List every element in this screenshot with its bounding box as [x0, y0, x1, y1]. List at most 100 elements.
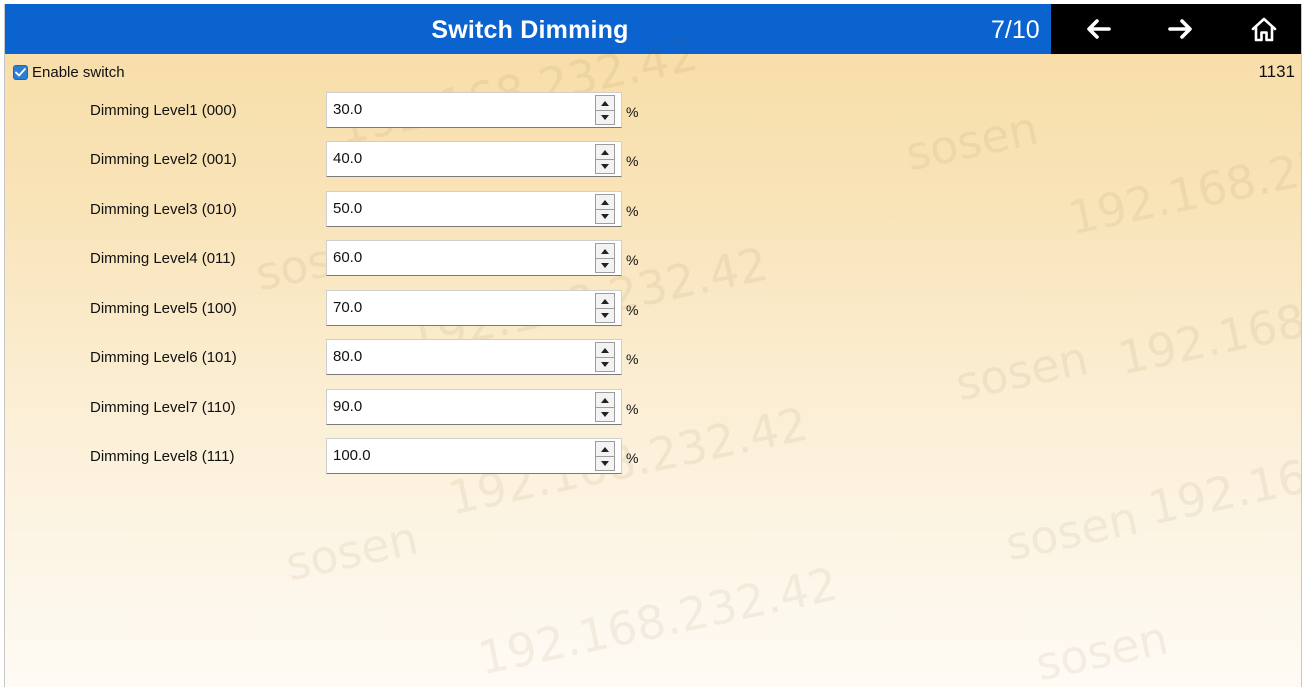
- unit-label: %: [626, 302, 639, 318]
- dimming-level-label: Dimming Level2 (001): [90, 151, 237, 168]
- app-window: Switch Dimming 7/10 192.168.232.42 sosen: [4, 4, 1302, 687]
- unit-label: %: [626, 351, 639, 367]
- arrow-right-icon: [1168, 19, 1192, 39]
- enable-switch-row[interactable]: Enable switch: [13, 64, 125, 81]
- caret-down-icon: [601, 262, 609, 268]
- dimming-level-input[interactable]: 90.0: [326, 389, 622, 425]
- dimming-level-input[interactable]: 70.0: [326, 290, 622, 326]
- dimming-level-label: Dimming Level1 (000): [90, 102, 237, 119]
- dimming-level-input[interactable]: 80.0: [326, 339, 622, 375]
- dimming-level-value: 40.0: [333, 150, 363, 167]
- dimming-level-row: Dimming Level1 (000) 30.0 %: [5, 92, 705, 130]
- increment-button[interactable]: [596, 393, 614, 408]
- dimming-level-label: Dimming Level6 (101): [90, 349, 237, 366]
- increment-button[interactable]: [596, 96, 614, 111]
- decrement-button[interactable]: [596, 110, 614, 124]
- dimming-level-spinner[interactable]: [595, 392, 615, 422]
- title-bar: Switch Dimming 7/10: [5, 4, 1301, 54]
- dimming-level-row: Dimming Level6 (101) 80.0 %: [5, 339, 705, 377]
- dimming-level-row: Dimming Level2 (001) 40.0 %: [5, 141, 705, 179]
- page-indicator: 7/10: [991, 16, 1040, 44]
- caret-up-icon: [601, 298, 609, 304]
- home-icon: [1251, 17, 1277, 42]
- increment-button[interactable]: [596, 343, 614, 358]
- unit-label: %: [626, 252, 639, 268]
- page-title: Switch Dimming: [431, 16, 629, 44]
- dimming-level-value: 80.0: [333, 348, 363, 365]
- arrow-left-icon: [1087, 19, 1111, 39]
- decrement-button[interactable]: [596, 308, 614, 322]
- dimming-level-spinner[interactable]: [595, 194, 615, 224]
- caret-up-icon: [601, 149, 609, 155]
- dimming-level-spinner[interactable]: [595, 243, 615, 273]
- unit-label: %: [626, 203, 639, 219]
- dimming-level-spinner[interactable]: [595, 144, 615, 174]
- dimming-level-input[interactable]: 40.0: [326, 141, 622, 177]
- dimming-level-value: 100.0: [333, 447, 371, 464]
- dimming-level-spinner[interactable]: [595, 441, 615, 471]
- caret-down-icon: [601, 114, 609, 120]
- watermark-text: sosen: [950, 330, 1093, 412]
- increment-button[interactable]: [596, 195, 614, 210]
- unit-label: %: [626, 450, 639, 466]
- decrement-button[interactable]: [596, 456, 614, 470]
- dimming-level-row: Dimming Level3 (010) 50.0 %: [5, 191, 705, 229]
- dimming-level-spinner[interactable]: [595, 293, 615, 323]
- dimming-level-value: 60.0: [333, 249, 363, 266]
- watermark-text: sosen: [280, 510, 423, 592]
- forward-button[interactable]: [1151, 4, 1211, 54]
- dimming-level-row: Dimming Level8 (111) 100.0 %: [5, 438, 705, 476]
- caret-up-icon: [601, 199, 609, 205]
- dimming-level-input[interactable]: 30.0: [326, 92, 622, 128]
- device-number: 1131: [1258, 62, 1295, 81]
- caret-down-icon: [601, 312, 609, 318]
- watermark-text: 192.168.232.42: [1113, 256, 1302, 386]
- dimming-level-label: Dimming Level3 (010): [90, 201, 237, 218]
- caret-down-icon: [601, 213, 609, 219]
- back-button[interactable]: [1068, 4, 1128, 54]
- caret-down-icon: [601, 460, 609, 466]
- increment-button[interactable]: [596, 244, 614, 259]
- watermark-text: 192.168.232.42: [473, 556, 843, 686]
- increment-button[interactable]: [596, 145, 614, 160]
- caret-up-icon: [601, 397, 609, 403]
- watermark-text: 192.168.232.42: [1143, 406, 1302, 536]
- watermark-text: sosen: [1030, 610, 1173, 687]
- enable-switch-checkbox[interactable]: [13, 65, 28, 80]
- caret-up-icon: [601, 248, 609, 254]
- dimming-level-row: Dimming Level4 (011) 60.0 %: [5, 240, 705, 278]
- dimming-level-spinner[interactable]: [595, 342, 615, 372]
- dimming-level-label: Dimming Level4 (011): [90, 250, 236, 267]
- dimming-level-label: Dimming Level8 (111): [90, 448, 235, 465]
- dimming-level-label: Dimming Level5 (100): [90, 300, 237, 317]
- watermark-text: sosen: [900, 100, 1043, 182]
- decrement-button[interactable]: [596, 159, 614, 173]
- dimming-level-input[interactable]: 100.0: [326, 438, 622, 474]
- dimming-level-row: Dimming Level7 (110) 90.0 %: [5, 389, 705, 427]
- home-button[interactable]: [1234, 4, 1294, 54]
- unit-label: %: [626, 153, 639, 169]
- decrement-button[interactable]: [596, 258, 614, 272]
- enable-switch-label: Enable switch: [32, 64, 125, 81]
- dimming-level-row: Dimming Level5 (100) 70.0 %: [5, 290, 705, 328]
- dimming-level-input[interactable]: 60.0: [326, 240, 622, 276]
- decrement-button[interactable]: [596, 407, 614, 421]
- dimming-level-label: Dimming Level7 (110): [90, 399, 236, 416]
- dimming-level-spinner[interactable]: [595, 95, 615, 125]
- dimming-level-input[interactable]: 50.0: [326, 191, 622, 227]
- dimming-level-value: 90.0: [333, 398, 363, 415]
- decrement-button[interactable]: [596, 209, 614, 223]
- caret-up-icon: [601, 100, 609, 106]
- watermark-text: sosen: [1000, 490, 1143, 572]
- decrement-button[interactable]: [596, 357, 614, 371]
- caret-down-icon: [601, 411, 609, 417]
- unit-label: %: [626, 401, 639, 417]
- caret-up-icon: [601, 446, 609, 452]
- navigation-bar: [1051, 4, 1301, 54]
- increment-button[interactable]: [596, 442, 614, 457]
- increment-button[interactable]: [596, 294, 614, 309]
- checkmark-icon: [15, 68, 26, 77]
- caret-up-icon: [601, 347, 609, 353]
- dimming-level-value: 70.0: [333, 299, 363, 316]
- unit-label: %: [626, 104, 639, 120]
